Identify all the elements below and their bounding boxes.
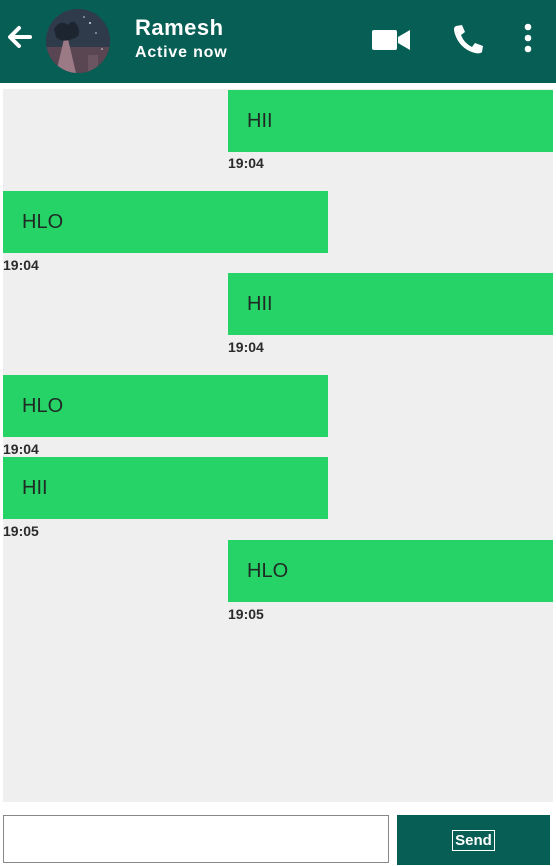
voice-call-button[interactable]: [448, 20, 490, 58]
back-button[interactable]: [4, 22, 34, 52]
message-bubble[interactable]: HLO: [3, 375, 328, 437]
message-bubble[interactable]: HII: [228, 273, 553, 335]
video-call-button[interactable]: [370, 24, 412, 56]
more-vertical-icon: [524, 23, 532, 53]
contact-status: Active now: [135, 44, 228, 61]
message-bubble[interactable]: HLO: [228, 540, 553, 602]
message-time: 19:04: [228, 155, 264, 171]
send-button[interactable]: Send: [397, 815, 550, 865]
send-button-label: Send: [452, 829, 495, 851]
chat-header: Ramesh Active now: [0, 0, 556, 83]
message-time: 19:04: [3, 441, 39, 457]
message-time: 19:05: [228, 606, 264, 622]
video-camera-icon: [372, 30, 410, 50]
message-time: 19:04: [3, 257, 39, 273]
message-bubble[interactable]: HII: [228, 90, 553, 152]
message-input[interactable]: [3, 815, 389, 863]
avatar[interactable]: [46, 9, 110, 73]
message-list[interactable]: HII 19:04 HLO 19:04 HII 19:04 HLO 19:04 …: [3, 89, 553, 802]
avatar-image: [46, 9, 110, 73]
arrow-left-icon: [8, 26, 32, 48]
more-options-button[interactable]: [516, 20, 540, 56]
message-time: 19:05: [3, 523, 39, 539]
message-time: 19:04: [228, 339, 264, 355]
message-bubble[interactable]: HII: [3, 457, 328, 519]
message-bubble[interactable]: HLO: [3, 191, 328, 253]
phone-icon: [454, 25, 483, 54]
contact-name: Ramesh: [135, 15, 224, 40]
